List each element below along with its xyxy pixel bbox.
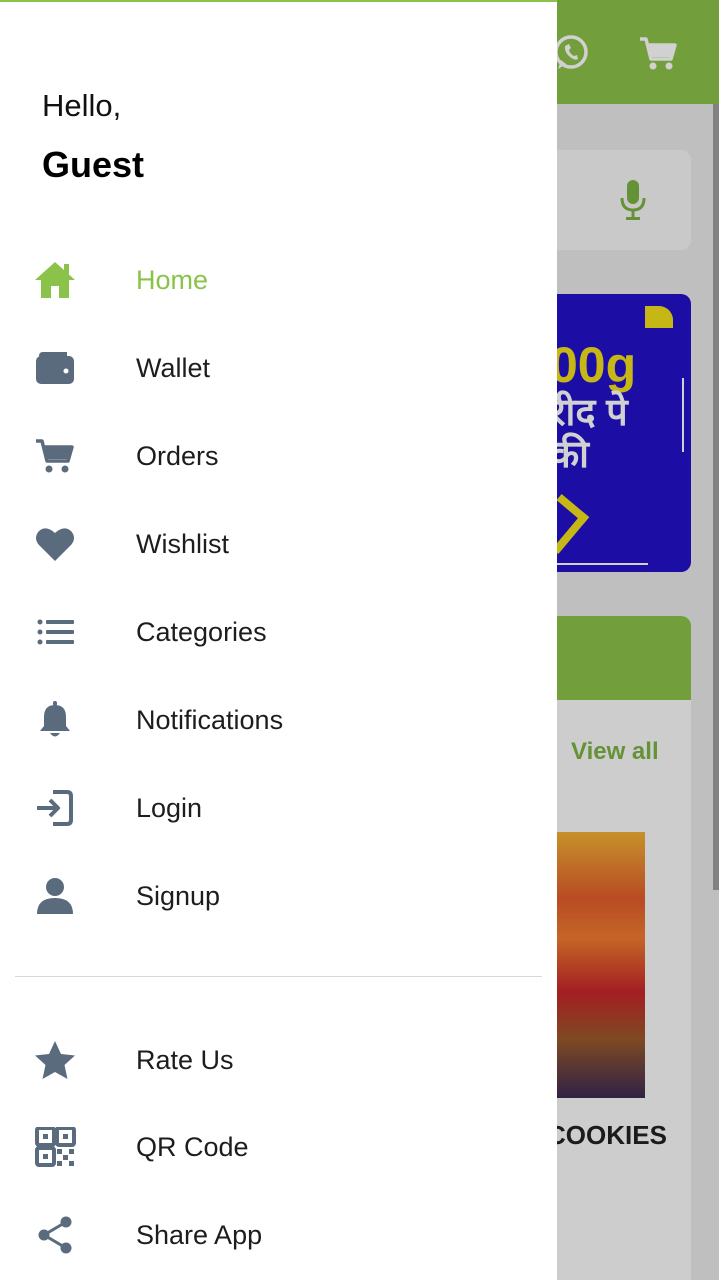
cart-icon: [33, 436, 77, 476]
menu-item-qr-code[interactable]: QR Code: [0, 1112, 557, 1182]
menu-label-notifications: Notifications: [136, 705, 284, 735]
menu-item-wishlist[interactable]: Wishlist: [0, 509, 557, 579]
menu-label-qr-code: QR Code: [136, 1132, 249, 1162]
menu-item-rate-us[interactable]: Rate Us: [0, 1025, 557, 1095]
menu-label-wishlist: Wishlist: [136, 529, 229, 559]
menu-item-home[interactable]: Home: [0, 245, 557, 315]
bell-icon: [33, 700, 77, 740]
menu-label-categories: Categories: [136, 617, 267, 647]
list-icon: [33, 612, 77, 652]
menu-label-orders: Orders: [136, 441, 219, 471]
menu-item-orders[interactable]: Orders: [0, 421, 557, 491]
user-icon: [33, 876, 77, 916]
menu-label-rate-us: Rate Us: [136, 1045, 234, 1075]
menu-label-home: Home: [136, 265, 209, 295]
navigation-drawer: Hello, Guest Home Wallet Orders Wishlist…: [0, 0, 557, 1280]
menu-label-wallet: Wallet: [136, 353, 211, 383]
top-accent-line: [0, 0, 557, 2]
menu-item-signup[interactable]: Signup: [0, 861, 557, 931]
greeting-text: Hello,: [42, 88, 122, 123]
menu-item-notifications[interactable]: Notifications: [0, 685, 557, 755]
heart-icon: [33, 524, 77, 564]
menu-divider: [15, 976, 542, 977]
menu-label-signup: Signup: [136, 881, 221, 911]
menu-item-login[interactable]: Login: [0, 773, 557, 843]
share-icon: [33, 1215, 77, 1255]
user-name: Guest: [42, 144, 145, 185]
menu-label-share-app: Share App: [136, 1220, 263, 1250]
menu-item-categories[interactable]: Categories: [0, 597, 557, 667]
menu-item-wallet[interactable]: Wallet: [0, 333, 557, 403]
star-icon: [33, 1040, 77, 1080]
menu-label-login: Login: [136, 793, 203, 823]
menu-item-share-app[interactable]: Share App: [0, 1200, 557, 1270]
qr-code-icon: [33, 1127, 77, 1167]
login-icon: [33, 788, 77, 828]
wallet-icon: [33, 348, 77, 388]
home-icon: [33, 260, 77, 300]
